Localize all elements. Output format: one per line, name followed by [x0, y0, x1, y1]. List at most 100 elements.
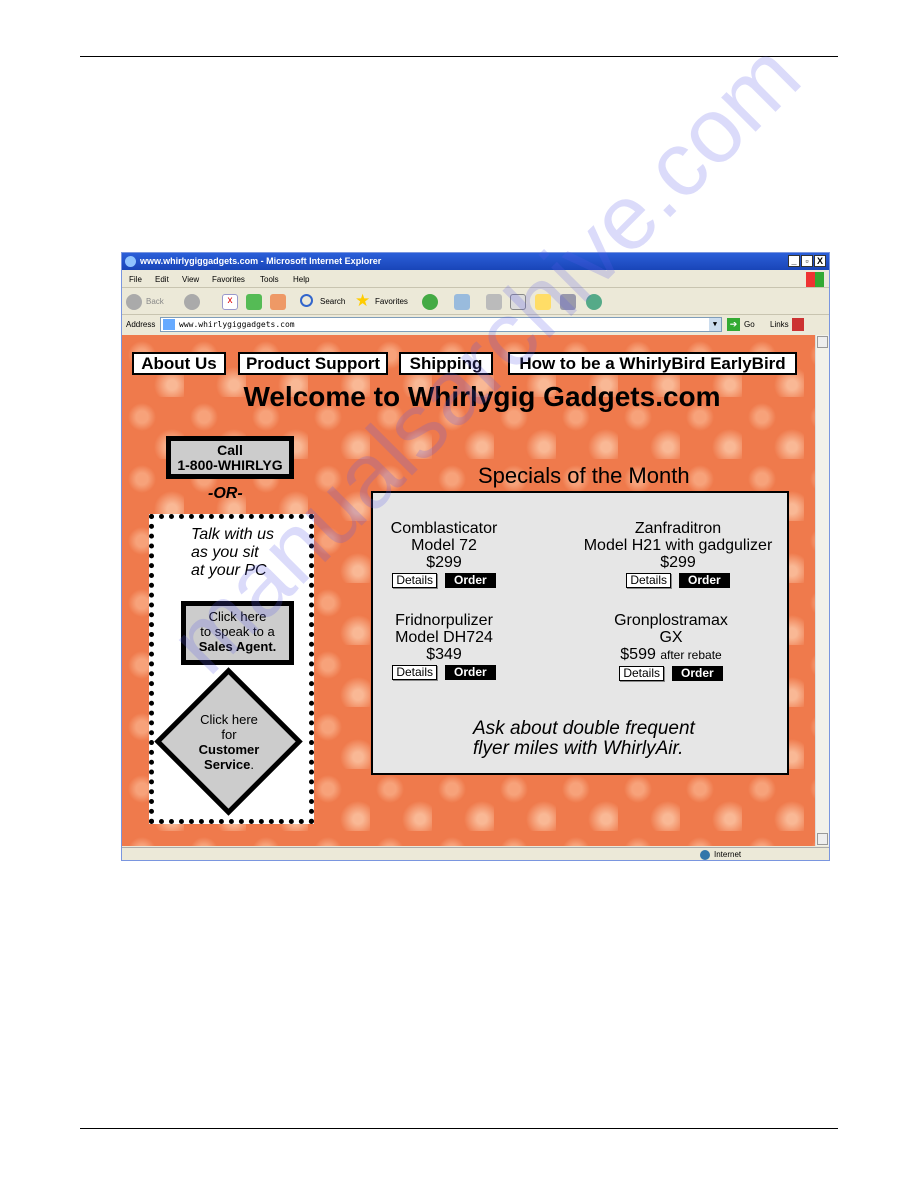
- back-icon[interactable]: [126, 294, 142, 310]
- address-dropdown-icon[interactable]: ▼: [709, 318, 721, 331]
- top-rule: [80, 56, 838, 57]
- nav-product-support[interactable]: Product Support: [238, 352, 388, 375]
- promo-text: Ask about double frequent flyer miles wi…: [473, 719, 695, 759]
- back-label[interactable]: Back: [146, 297, 164, 306]
- chat-panel: Talk with us as you sit at your PC Click…: [149, 514, 314, 824]
- sales-line: to speak to a: [200, 624, 275, 639]
- stop-icon[interactable]: x: [222, 294, 238, 310]
- go-button[interactable]: Go: [744, 315, 755, 334]
- sales-line: Click here: [208, 609, 267, 624]
- order-button[interactable]: Order: [445, 573, 496, 588]
- service-line: Click here: [200, 712, 258, 727]
- scroll-down-button[interactable]: [817, 833, 828, 845]
- details-button[interactable]: Details: [626, 573, 671, 588]
- address-value: www.whirlygiggadgets.com: [179, 320, 295, 329]
- pdf-icon[interactable]: [792, 318, 804, 331]
- service-bold: Service: [204, 757, 251, 772]
- details-button[interactable]: Details: [619, 666, 664, 681]
- sales-end: .: [272, 639, 277, 654]
- nav-shipping[interactable]: Shipping: [399, 352, 493, 375]
- window-title: www.whirlygiggadgets.com - Microsoft Int…: [140, 256, 382, 266]
- scroll-up-button[interactable]: [817, 336, 828, 348]
- home-icon[interactable]: [270, 294, 286, 310]
- talk-line: Talk with us: [191, 526, 274, 543]
- specials-title: Specials of the Month: [478, 463, 690, 488]
- menu-file[interactable]: File: [129, 271, 142, 288]
- windows-logo-icon: [806, 272, 824, 287]
- close-button[interactable]: X: [814, 255, 826, 267]
- nav-about-us[interactable]: About Us: [132, 352, 226, 375]
- talk-line: at your PC: [191, 562, 267, 579]
- product-name: Comblasticator: [390, 520, 498, 537]
- address-bar: Address www.whirlygiggadgets.com ▼ ➔ Go …: [122, 315, 829, 334]
- product-model: Model H21 with gadgulizer: [583, 537, 773, 554]
- details-button[interactable]: Details: [392, 665, 437, 680]
- favorites-icon[interactable]: ★: [355, 291, 371, 310]
- minimize-button[interactable]: _: [788, 255, 800, 267]
- phone-number: 1-800-WHIRLYG: [177, 457, 283, 473]
- product-price: $599: [620, 646, 656, 663]
- call-box[interactable]: Call 1-800-WHIRLYG: [166, 436, 294, 479]
- product-model: Model DH724: [395, 629, 493, 646]
- toolbar: Back x Search ★ Favorites: [122, 289, 829, 315]
- favorites-label[interactable]: Favorites: [375, 297, 408, 306]
- product-card: Comblasticator Model 72 $299 Details Orde…: [329, 520, 559, 588]
- menu-favorites[interactable]: Favorites: [212, 271, 245, 288]
- specials-panel: Comblasticator Model 72 $299 Details Orde…: [371, 491, 789, 775]
- print-icon[interactable]: [486, 294, 502, 310]
- search-icon[interactable]: [300, 294, 313, 307]
- maximize-button[interactable]: ▫: [801, 255, 813, 267]
- go-icon[interactable]: ➔: [727, 318, 740, 331]
- product-card: Fridnorpulizer Model DH724 $349 Details O…: [329, 612, 559, 680]
- forward-icon[interactable]: [184, 294, 200, 310]
- address-input[interactable]: www.whirlygiggadgets.com ▼: [160, 317, 722, 332]
- order-button[interactable]: Order: [679, 573, 730, 588]
- details-button[interactable]: Details: [392, 573, 437, 588]
- customer-service-text[interactable]: Click here for Customer Service.: [174, 712, 284, 772]
- product-name: Gronplostramax: [614, 612, 728, 629]
- promo-line: Ask about double frequent: [473, 718, 695, 739]
- product-name: Fridnorpulizer: [395, 612, 493, 629]
- title-bar: www.whirlygiggadgets.com - Microsoft Int…: [122, 253, 829, 270]
- call-label: Call: [217, 442, 243, 458]
- product-price: $299: [660, 554, 696, 571]
- sales-agent-label: Sales Agent: [198, 639, 273, 654]
- search-label[interactable]: Search: [320, 297, 345, 306]
- service-end: .: [250, 757, 254, 772]
- vertical-scrollbar[interactable]: [815, 335, 829, 846]
- web-page: About Us Product Support Shipping How to…: [122, 335, 815, 846]
- product-model: Model 72: [411, 537, 477, 554]
- service-line: for: [221, 727, 237, 742]
- menu-bar: File Edit View Favorites Tools Help: [122, 271, 829, 288]
- menu-view[interactable]: View: [182, 271, 199, 288]
- product-price: $349: [426, 646, 462, 663]
- order-button[interactable]: Order: [672, 666, 723, 681]
- refresh-icon[interactable]: [246, 294, 262, 310]
- product-card: Zanfraditron Model H21 with gadgulizer $…: [563, 520, 793, 588]
- menu-help[interactable]: Help: [293, 271, 309, 288]
- nav-earlybird[interactable]: How to be a WhirlyBird EarlyBird: [508, 352, 797, 375]
- page-title: Welcome to Whirlygig Gadgets.com: [243, 381, 721, 412]
- product-price: $299: [426, 554, 462, 571]
- messenger-icon[interactable]: [586, 294, 602, 310]
- links-label[interactable]: Links: [770, 315, 789, 334]
- product-model: GX: [659, 629, 683, 646]
- or-text: -OR-: [208, 485, 243, 502]
- edit-icon[interactable]: [510, 294, 526, 310]
- ie-icon: [125, 256, 136, 267]
- status-zone: Internet: [714, 850, 742, 859]
- menu-edit[interactable]: Edit: [155, 271, 169, 288]
- product-name: Zanfraditron: [634, 520, 722, 537]
- page-icon: [163, 319, 175, 330]
- research-icon[interactable]: [560, 294, 576, 310]
- history-icon[interactable]: [422, 294, 438, 310]
- menu-tools[interactable]: Tools: [260, 271, 279, 288]
- browser-window: www.whirlygiggadgets.com - Microsoft Int…: [121, 252, 830, 861]
- globe-icon: [700, 850, 710, 860]
- mail-icon[interactable]: [454, 294, 470, 310]
- sales-agent-button[interactable]: Click here to speak to a Sales Agent.: [181, 601, 294, 665]
- bottom-rule: [80, 1128, 838, 1129]
- rebate-note: after rebate: [660, 648, 722, 662]
- discuss-icon[interactable]: [535, 294, 551, 310]
- order-button[interactable]: Order: [445, 665, 496, 680]
